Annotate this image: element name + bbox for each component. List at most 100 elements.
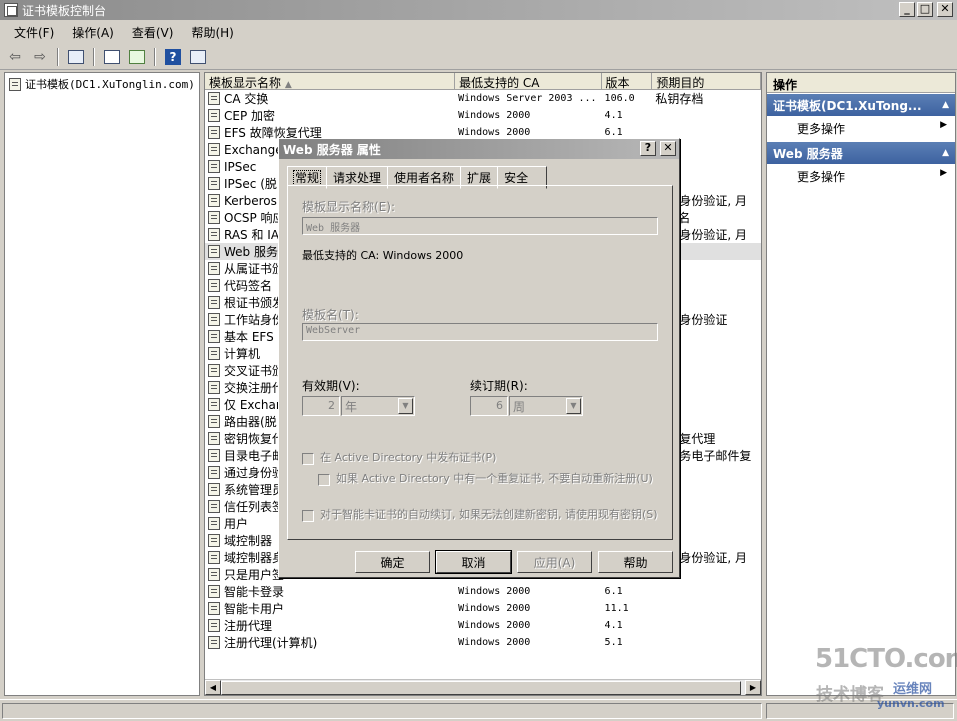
certificate-template-icon — [208, 636, 220, 649]
maximize-button[interactable]: □ — [917, 2, 933, 17]
help-icon[interactable]: ? — [162, 47, 184, 67]
certificate-template-icon — [208, 92, 220, 105]
validity-unit-select[interactable]: 年 ▼ — [341, 396, 415, 416]
dropdown-arrow-icon[interactable]: ▼ — [566, 398, 581, 414]
cancel-button[interactable]: 取消 — [435, 550, 512, 574]
row-name-cell: 智能卡用户 — [205, 600, 455, 617]
show-hide-tree-icon[interactable] — [65, 47, 87, 67]
row-version-cell: 6.1 — [604, 127, 623, 138]
scroll-right-icon[interactable]: ▶ — [745, 680, 761, 695]
row-purpose-cell: 私钥存档 — [655, 92, 704, 106]
console-app-icon — [4, 3, 18, 17]
ok-button[interactable]: 确定 — [355, 551, 430, 573]
apply-button[interactable]: 应用(A) — [517, 551, 592, 573]
certificate-template-icon — [208, 364, 220, 377]
table-row[interactable]: CA 交换 Windows Server 2003 ... 106.0 私钥存档 — [205, 90, 761, 107]
table-row[interactable]: 智能卡登录 Windows 2000 6.1 — [205, 583, 761, 600]
watermark-51cto: 51CTO.com — [815, 644, 957, 674]
certificate-template-icon — [208, 449, 220, 462]
watermark-blog: 技术博客 — [816, 685, 884, 705]
action-more-actions[interactable]: 更多操作 ▶ — [767, 116, 955, 141]
row-ca-cell: Windows 2000 — [458, 620, 531, 631]
row-ca-cell: Windows Server 2003 ... — [458, 93, 597, 104]
certificate-template-icon — [208, 619, 220, 632]
dialog-close-button[interactable]: ✕ — [660, 141, 676, 156]
watermark-yunwei: 运维网 — [893, 682, 933, 697]
certificate-template-icon — [208, 313, 220, 326]
row-ca-cell: Windows 2000 — [458, 603, 531, 614]
table-row[interactable]: 注册代理(计算机) Windows 2000 5.1 — [205, 634, 761, 651]
certificate-template-icon — [208, 415, 220, 428]
submenu-arrow-icon: ▶ — [940, 168, 947, 178]
column-header-name[interactable]: 模板显示名称 ▲ — [205, 73, 456, 89]
validity-value-field[interactable]: 2 — [302, 396, 340, 416]
scroll-left-icon[interactable]: ◀ — [205, 680, 221, 695]
column-header-purpose[interactable]: 预期目的 — [652, 73, 761, 89]
row-ca-cell: Windows 2000 — [458, 637, 531, 648]
certificate-template-icon — [208, 330, 220, 343]
certificate-template-icon — [208, 466, 220, 479]
collapse-up-icon[interactable]: ▲ — [942, 148, 949, 158]
actions-section-templates[interactable]: 证书模板(DC1.XuTong... ▲ — [767, 94, 955, 116]
publish-in-ad-checkbox[interactable]: 在 Active Directory 中发布证书(P) — [302, 452, 662, 465]
certificate-template-icon — [208, 398, 220, 411]
submenu-arrow-icon: ▶ — [940, 120, 947, 130]
dialog-help-button[interactable]: ? — [640, 141, 656, 156]
show-action-pane-icon[interactable] — [187, 47, 209, 67]
renewal-unit-select[interactable]: 周 ▼ — [509, 396, 583, 416]
row-name-cell: 注册代理(计算机) — [205, 634, 455, 651]
table-row[interactable]: 智能卡用户 Windows 2000 11.1 — [205, 600, 761, 617]
certificate-template-icon — [208, 109, 220, 122]
column-header-ca[interactable]: 最低支持的 CA — [455, 73, 602, 89]
row-version-cell: 6.1 — [604, 586, 623, 597]
general-tab-panel: 模板显示名称(E): Web 服务器 最低支持的 CA: Windows 200… — [287, 185, 673, 540]
watermark-yunvn: yunvn.com — [877, 697, 945, 710]
actions-title: 操作 — [767, 73, 955, 93]
row-ca-cell: Windows 2000 — [458, 110, 531, 121]
dialog-controls: ? ✕ — [640, 141, 676, 156]
certificate-template-icon — [208, 228, 220, 241]
row-ca-cell: Windows 2000 — [458, 586, 531, 597]
dropdown-arrow-icon[interactable]: ▼ — [398, 398, 413, 414]
export-list-icon[interactable] — [126, 47, 148, 67]
row-version-cell: 106.0 — [604, 93, 635, 104]
list-header: 模板显示名称 ▲ 最低支持的 CA 版本 预期目的 — [205, 73, 761, 90]
toolbar: ⇦ ⇨ ? — [0, 44, 957, 70]
certificate-template-icon — [208, 483, 220, 496]
certificate-template-icon — [208, 381, 220, 394]
renewal-value-field[interactable]: 6 — [470, 396, 508, 416]
properties-icon[interactable] — [101, 47, 123, 67]
sort-up-icon: ▲ — [284, 80, 292, 89]
row-name-cell: CA 交换 — [205, 90, 455, 107]
smartcard-renew-checkbox[interactable]: 对于智能卡证书的自动续订, 如果无法创建新密钥, 请使用现有密钥(S) — [302, 509, 658, 522]
action-more-actions[interactable]: 更多操作 ▶ — [767, 164, 955, 189]
horizontal-scrollbar[interactable]: ◀ ▶ — [205, 679, 761, 695]
close-button[interactable]: ✕ — [937, 2, 953, 17]
menu-help[interactable]: 帮助(H) — [183, 22, 241, 43]
menu-file[interactable]: 文件(F) — [6, 22, 62, 43]
forward-arrow-icon[interactable]: ⇨ — [29, 47, 51, 67]
no-reenroll-checkbox[interactable]: 如果 Active Directory 中有一个重复证书, 不要自动重新注册(U… — [318, 473, 658, 486]
template-name-label: 模板名(T): — [302, 308, 359, 322]
certificate-template-icon — [208, 262, 220, 275]
minimize-button[interactable]: _ — [899, 2, 915, 17]
back-arrow-icon[interactable]: ⇦ — [4, 47, 26, 67]
column-header-version[interactable]: 版本 — [602, 73, 653, 89]
menu-view[interactable]: 查看(V) — [124, 22, 182, 43]
certificate-template-icon — [208, 500, 220, 513]
certificate-template-icon — [208, 602, 220, 615]
collapse-up-icon[interactable]: ▲ — [942, 100, 949, 110]
table-row[interactable]: 注册代理 Windows 2000 4.1 — [205, 617, 761, 634]
scroll-thumb[interactable] — [221, 680, 741, 695]
toolbar-separator — [57, 47, 59, 66]
table-row[interactable]: CEP 加密 Windows 2000 4.1 — [205, 107, 761, 124]
certificate-template-icon — [208, 245, 220, 258]
template-name-field[interactable]: WebServer — [302, 323, 658, 341]
actions-section-web-server[interactable]: Web 服务器 ▲ — [767, 142, 955, 164]
certificate-template-icon — [208, 432, 220, 445]
tree-item-cert-templates[interactable]: 证书模板(DC1.XuTonglin.com) — [5, 73, 199, 95]
display-name-field[interactable]: Web 服务器 — [302, 217, 658, 235]
menu-action[interactable]: 操作(A) — [64, 22, 122, 43]
certificate-template-icon — [208, 347, 220, 360]
help-button[interactable]: 帮助 — [598, 551, 673, 573]
